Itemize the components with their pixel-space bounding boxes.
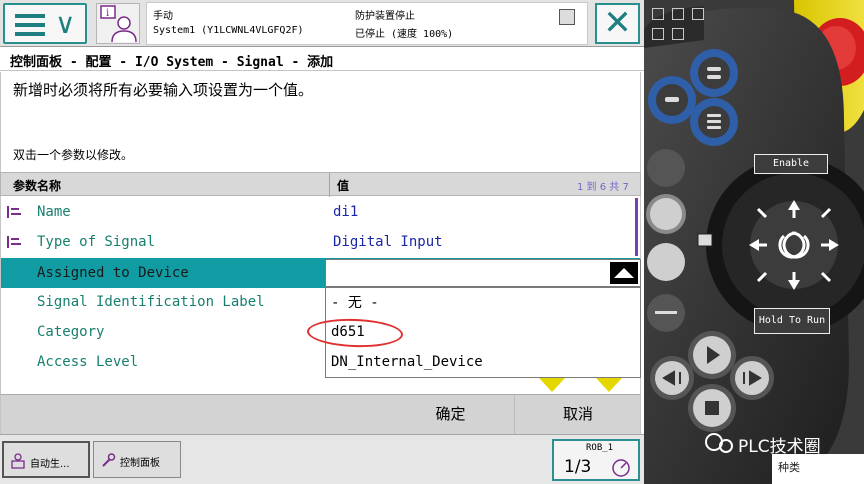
- param-name: Assigned to Device: [37, 265, 189, 281]
- speed-gauge-icon: [612, 459, 630, 477]
- param-name: Category: [37, 324, 105, 340]
- minimize-icon[interactable]: [652, 8, 664, 20]
- main-menu-button[interactable]: ∨: [3, 3, 87, 44]
- production-window-icon: [11, 453, 25, 469]
- option-none[interactable]: - 无 -: [331, 292, 379, 312]
- pendant-body: [644, 0, 864, 484]
- param-name: Name: [37, 204, 71, 220]
- task-fraction: 1/3: [564, 457, 592, 477]
- enable-button[interactable]: Enable: [754, 154, 828, 174]
- task-label: 控制面板: [120, 458, 160, 469]
- operating-mode: 手动: [153, 11, 173, 22]
- close-button[interactable]: ✕: [595, 3, 640, 44]
- param-name: Type of Signal: [37, 234, 156, 250]
- watermark: PLC技术圈: [738, 437, 821, 457]
- task-label: 自动生...: [30, 459, 70, 470]
- close-icon: ✕: [603, 3, 632, 43]
- scroll-down-marker: [539, 378, 565, 392]
- wrench-icon: [102, 453, 116, 467]
- close-window-icon[interactable]: [692, 8, 704, 20]
- table-header: 参数名称 值 1 到 6 共 7: [0, 172, 641, 197]
- required-param-icon: [7, 206, 21, 218]
- param-name: Access Level: [37, 354, 139, 370]
- taskbar: 自动生... 控制面板 ROB_1 1/3: [0, 434, 644, 484]
- controller-state: 已停止 (速度 100%): [355, 29, 454, 40]
- column-header-name: 参数名称: [13, 179, 62, 193]
- param-value: Digital Input: [333, 234, 443, 250]
- task-control-panel[interactable]: 控制面板: [93, 441, 181, 478]
- option-dn-internal-device[interactable]: DN_Internal_Device: [331, 354, 483, 370]
- window-controls: [648, 4, 712, 42]
- pin-icon[interactable]: [652, 28, 664, 40]
- guard-status: 防护装置停止: [355, 11, 415, 22]
- svg-text:i: i: [106, 8, 109, 19]
- device-select[interactable]: [325, 259, 641, 287]
- status-flag-icon: [559, 9, 575, 25]
- scroll-indicator[interactable]: [635, 198, 638, 256]
- hamburger-icon: [15, 14, 45, 41]
- operator-info-icon: i: [100, 5, 137, 43]
- action-bar: 确定 取消: [0, 394, 641, 434]
- ok-button[interactable]: 确定: [387, 395, 515, 434]
- task-auto-generate[interactable]: 自动生...: [2, 441, 90, 478]
- flexpendant-device: Enable Hold To Run PLC技术圈 种类: [644, 0, 864, 484]
- param-name: Signal Identification Label: [37, 294, 265, 310]
- breadcrumb: 控制面板 - 配置 - I/O System - Signal - 添加: [0, 47, 644, 71]
- cancel-button[interactable]: 取消: [515, 395, 641, 434]
- table-row[interactable]: Name di1: [1, 197, 640, 227]
- status-bar: 手动 System1 (Y1LCWNL4VLGFQ2F) 防护装置停止 已停止 …: [146, 2, 588, 45]
- hold-to-run-button[interactable]: Hold To Run: [754, 308, 830, 334]
- message-area: 新增时必须将所有必要输入项设置为一个值。 双击一个参数以修改。: [0, 72, 641, 172]
- page-range: 1 到 6 共 7: [577, 182, 629, 193]
- instruction-text: 新增时必须将所有必要输入项设置为一个值。: [13, 81, 314, 99]
- required-param-icon: [7, 236, 21, 248]
- robot-name: ROB_1: [586, 443, 614, 453]
- footer-text: 种类: [778, 461, 800, 474]
- table-row[interactable]: Type of Signal Digital Input: [1, 227, 640, 257]
- collapse-arrow-icon[interactable]: [610, 262, 638, 284]
- column-header-value: 值: [337, 179, 350, 193]
- quickset-button[interactable]: ROB_1 1/3: [552, 439, 640, 481]
- hint-text: 双击一个参数以修改。: [13, 148, 134, 162]
- restore-icon[interactable]: [672, 8, 684, 20]
- scroll-down-marker: [596, 378, 622, 392]
- camera-icon[interactable]: [672, 28, 684, 40]
- event-log-button[interactable]: i: [96, 3, 140, 44]
- top-bar: ∨ i 手动 System1 (Y1LCWNL4VLGFQ2F) 防护装置停止 …: [0, 0, 644, 47]
- system-name: System1 (Y1LCWNL4VLGFQ2F): [153, 25, 304, 36]
- column-divider[interactable]: [329, 173, 330, 197]
- param-value: di1: [333, 204, 359, 220]
- chevron-down-icon: ∨: [55, 7, 76, 40]
